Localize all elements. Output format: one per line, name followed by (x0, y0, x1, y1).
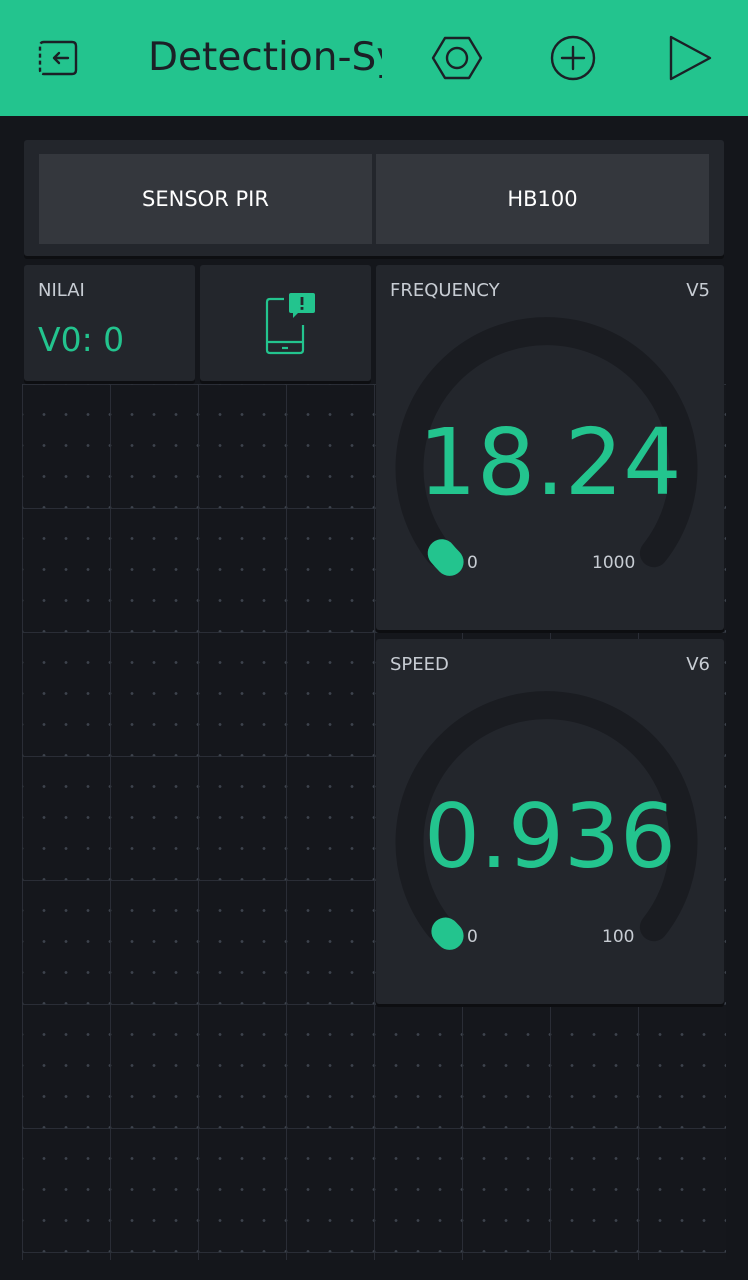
value-display-value: V0: 0 (38, 320, 125, 359)
frequency-gauge-widget[interactable]: FREQUENCY V5 18.24 0 1000 (376, 265, 724, 630)
gauge-value: 0.936 (424, 785, 676, 888)
settings-icon[interactable] (429, 30, 485, 86)
add-widget-icon[interactable] (545, 30, 601, 86)
speed-gauge-widget[interactable]: SPEED V6 0.936 0 100 (376, 639, 724, 1004)
exit-project-icon[interactable] (30, 30, 86, 86)
segmented-switch-widget: SENSOR PIR HB100 (24, 140, 724, 256)
segment-hb100[interactable]: HB100 (376, 154, 709, 244)
gauge-max-label: 100 (602, 927, 635, 947)
phone-notification-icon (265, 293, 315, 355)
gauge-min-label: 0 (467, 927, 478, 947)
top-bar: Detection-System (0, 0, 748, 116)
gauge-max-label: 1000 (592, 553, 636, 573)
play-icon[interactable] (662, 30, 718, 86)
gauge-min-label: 0 (467, 553, 478, 573)
project-title: Detection-System (148, 35, 382, 80)
notification-widget[interactable] (200, 265, 371, 381)
widget-label: NILAI (38, 280, 85, 301)
segment-sensor-pir[interactable]: SENSOR PIR (39, 154, 372, 244)
value-display-widget[interactable]: NILAI V0: 0 (24, 265, 195, 381)
gauge-value: 18.24 (418, 409, 682, 516)
